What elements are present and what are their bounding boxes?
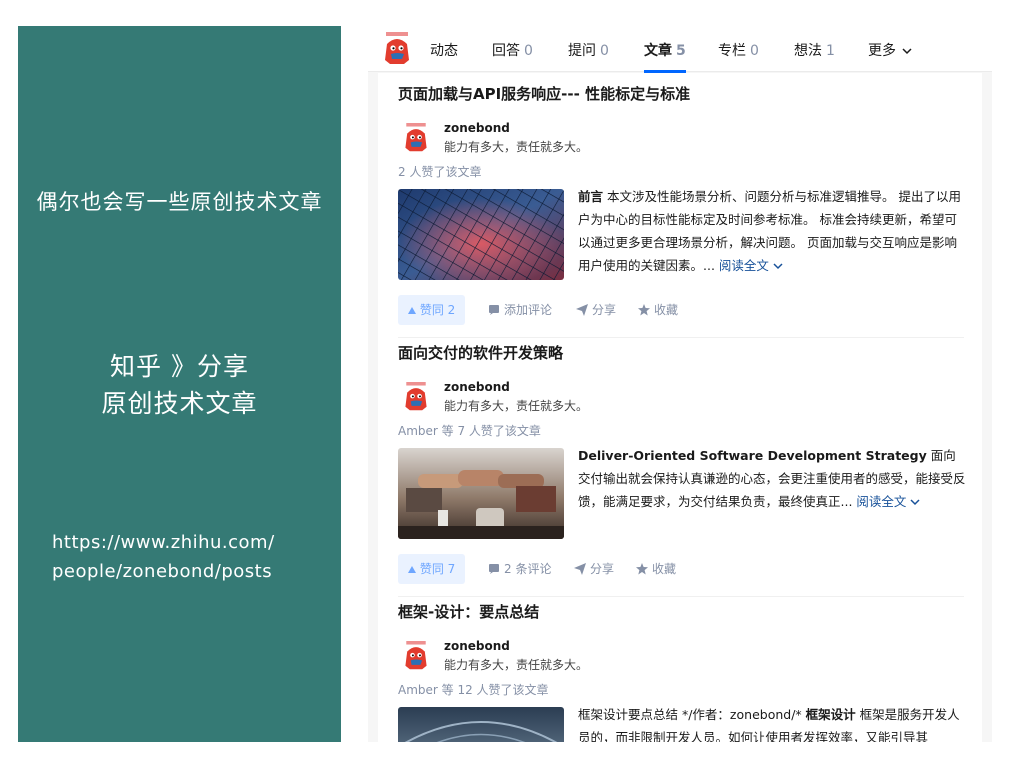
thumbnail-image: [398, 189, 564, 280]
triangle-up-icon: [408, 307, 416, 314]
author-bio: 能力有多大，责任就多大。: [444, 140, 589, 154]
author-name[interactable]: zonebond: [444, 639, 510, 653]
tab-label: 更多: [868, 43, 896, 59]
tab-label: 回答: [492, 43, 520, 59]
comment-button[interactable]: 添加评论: [488, 295, 552, 325]
author-name[interactable]: zonebond: [444, 380, 510, 394]
article-actions: 赞同 7 2 条评论 分享 收藏: [398, 554, 798, 584]
tab-label: 提问: [568, 43, 596, 59]
upvote-button[interactable]: 赞同 2: [398, 295, 466, 325]
avatar: [385, 32, 409, 64]
author-name[interactable]: zonebond: [444, 121, 510, 135]
article-thumbnail[interactable]: [398, 707, 564, 742]
comment-icon: [489, 564, 499, 574]
author-avatar[interactable]: [402, 641, 430, 671]
article-excerpt[interactable]: Deliver-Oriented Software Development St…: [578, 444, 968, 513]
share-label: 分享: [590, 562, 615, 576]
divider: [398, 596, 964, 597]
author-bio: 能力有多大，责任就多大。: [444, 658, 589, 672]
collect-button[interactable]: 收藏: [638, 295, 678, 325]
tab-more[interactable]: 更多: [868, 40, 912, 60]
article-list: 页面加载与API服务响应--- 性能标定与标准 zonebond 能力有多大，责…: [378, 73, 982, 742]
read-more-link[interactable]: 阅读全文: [719, 258, 783, 273]
collect-label: 收藏: [654, 303, 679, 317]
tab-count: 1: [826, 43, 835, 59]
triangle-up-icon: [408, 566, 416, 573]
zhihu-profile-screenshot: 动态 回答 0 提问 0 文章 5 专栏 0 想法 1 更多 页面加载与API服务响应--…: [368, 26, 992, 742]
tab-columns[interactable]: 专栏 0: [718, 40, 759, 60]
thumbnail-image: [398, 448, 564, 539]
upvote-label: 赞同 2: [419, 303, 456, 317]
tab-label: 专栏: [718, 43, 746, 59]
tab-articles[interactable]: 文章 5: [644, 40, 686, 73]
tagline: 偶尔也会写一些原创技术文章: [36, 190, 323, 214]
read-more-link[interactable]: 阅读全文: [856, 494, 920, 509]
read-more-label: 阅读全文: [856, 494, 907, 509]
tab-count: 0: [600, 43, 609, 59]
article-thumbnail[interactable]: [398, 448, 564, 539]
profile-url[interactable]: https://www.zhihu.com/ people/zonebond/p…: [52, 528, 332, 586]
author-bio: 能力有多大，责任就多大。: [444, 399, 589, 413]
likes-summary[interactable]: Amber 等 7 人赞了该文章: [398, 422, 541, 439]
read-more-label: 阅读全文: [718, 258, 769, 273]
excerpt-lead: 框架设计: [805, 707, 856, 722]
tab-count: 0: [750, 43, 759, 59]
excerpt-lead: 前言: [578, 189, 604, 204]
tab-questions[interactable]: 提问 0: [568, 40, 609, 60]
tab-answers[interactable]: 回答 0: [492, 40, 533, 60]
article-excerpt[interactable]: 框架设计要点总结 */作者：zonebond/* 框架设计 框架是服务开发人员的…: [578, 703, 968, 742]
panel-heading: 知乎 》分享 原创技术文章: [18, 348, 341, 422]
share-icon: [576, 304, 588, 316]
excerpt-lead: Deliver-Oriented Software Development St…: [578, 448, 927, 463]
excerpt-prefix: 框架设计要点总结 */作者：zonebond/*: [578, 707, 806, 722]
tab-count: 0: [524, 43, 533, 59]
tab-label: 想法: [794, 43, 822, 59]
article-actions: 赞同 2 添加评论 分享 收藏: [398, 295, 798, 325]
article-thumbnail[interactable]: [398, 189, 564, 280]
comment-label: 2 条评论: [504, 562, 552, 576]
comment-label: 添加评论: [504, 303, 553, 317]
author-avatar[interactable]: [402, 123, 430, 153]
comment-icon: [489, 305, 499, 315]
collect-label: 收藏: [652, 562, 677, 576]
article-title[interactable]: 页面加载与API服务响应--- 性能标定与标准: [398, 83, 690, 104]
collect-button[interactable]: 收藏: [636, 554, 676, 584]
upvote-button[interactable]: 赞同 7: [398, 554, 466, 584]
star-icon: [636, 563, 648, 575]
share-icon: [574, 563, 586, 575]
thumbnail-image: [398, 707, 564, 742]
tab-dynamics[interactable]: 动态: [430, 40, 458, 60]
share-button[interactable]: 分享: [576, 295, 616, 325]
upvote-label: 赞同 7: [419, 562, 456, 576]
url-line-1: https://www.zhihu.com/: [52, 532, 275, 553]
heading-line-2: 原创技术文章: [101, 389, 258, 418]
url-line-2: people/zonebond/posts: [52, 561, 273, 582]
heading-line-1: 知乎 》分享: [110, 352, 249, 381]
comment-button[interactable]: 2 条评论: [488, 554, 551, 584]
chevron-down-icon: [910, 499, 920, 506]
tab-count: 5: [676, 43, 686, 59]
profile-tabs-bar: 动态 回答 0 提问 0 文章 5 专栏 0 想法 1 更多: [368, 26, 992, 73]
likes-summary[interactable]: 2 人赞了该文章: [398, 163, 481, 180]
intro-panel: 偶尔也会写一些原创技术文章 知乎 》分享 原创技术文章 https://www.…: [18, 26, 341, 742]
divider: [398, 337, 964, 338]
article-title[interactable]: 面向交付的软件开发策略: [398, 342, 563, 363]
tab-label: 动态: [430, 43, 458, 59]
tab-label: 文章: [644, 43, 672, 59]
article-title[interactable]: 框架-设计：要点总结: [398, 601, 539, 622]
article-excerpt[interactable]: 前言 本文涉及性能场景分析、问题分析与标准逻辑推导。 提出了以用户为中心的目标性…: [578, 185, 968, 277]
chevron-down-icon: [902, 48, 912, 55]
chevron-down-icon: [773, 263, 783, 270]
tab-thoughts[interactable]: 想法 1: [794, 40, 835, 60]
star-icon: [638, 304, 650, 316]
share-label: 分享: [592, 303, 617, 317]
likes-summary[interactable]: Amber 等 12 人赞了该文章: [398, 681, 549, 698]
share-button[interactable]: 分享: [574, 554, 614, 584]
author-avatar[interactable]: [402, 382, 430, 412]
